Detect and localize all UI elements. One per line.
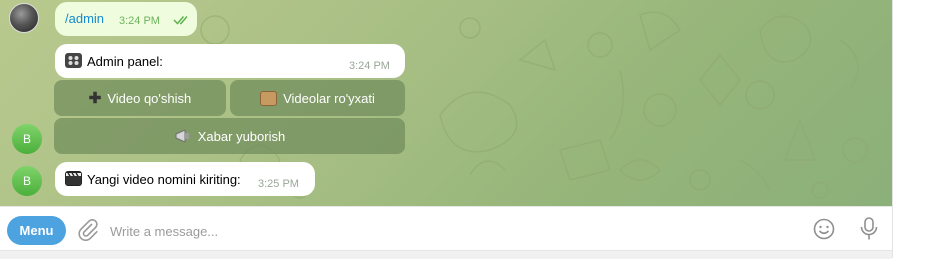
message-text: Yangi video nomini kiriting: <box>87 172 241 187</box>
message-text: Admin panel: <box>87 54 163 69</box>
outgoing-message-bubble: /admin 3:24 PM <box>55 2 197 36</box>
message-time: 3:25 PM <box>258 178 299 190</box>
video-add-button[interactable]: ✚ Video qo'shish <box>54 80 226 116</box>
paperclip-icon[interactable] <box>78 219 98 241</box>
video-list-button[interactable]: Videolar ro'yxati <box>230 80 405 116</box>
message-time: 3:24 PM <box>349 60 390 72</box>
emoji-icon[interactable] <box>813 218 835 240</box>
incoming-message-bubble: Yangi video nomini kiriting: 3:25 PM <box>55 162 315 196</box>
double-check-icon <box>173 16 188 25</box>
send-message-button[interactable]: Xabar yuborish <box>54 118 405 154</box>
bot-avatar[interactable]: B <box>12 166 42 196</box>
user-avatar[interactable] <box>9 3 39 33</box>
incoming-message-bubble: Admin panel: 3:24 PM <box>55 44 405 78</box>
button-label: Xabar yuborish <box>197 128 286 144</box>
clapper-board-icon <box>65 171 82 186</box>
chat-history: /admin 3:24 PM Admin panel: 3:24 PM ✚ Vi… <box>0 0 892 206</box>
message-input[interactable] <box>108 217 792 245</box>
button-label: Videolar ro'yxati <box>283 90 375 106</box>
microphone-icon[interactable] <box>859 217 879 241</box>
bot-avatar[interactable]: B <box>12 124 42 154</box>
button-label: Video qo'shish <box>107 90 192 106</box>
scroll-icon <box>260 90 278 106</box>
window-right-edge <box>892 0 927 258</box>
menu-button[interactable]: Menu <box>7 216 66 245</box>
megaphone-icon <box>175 129 189 143</box>
plus-icon: ✚ <box>88 90 102 107</box>
message-time: 3:24 PM <box>119 15 160 27</box>
command-link-admin[interactable]: /admin <box>65 11 104 26</box>
control-knobs-icon <box>65 53 82 68</box>
message-composer: Menu <box>0 206 892 250</box>
